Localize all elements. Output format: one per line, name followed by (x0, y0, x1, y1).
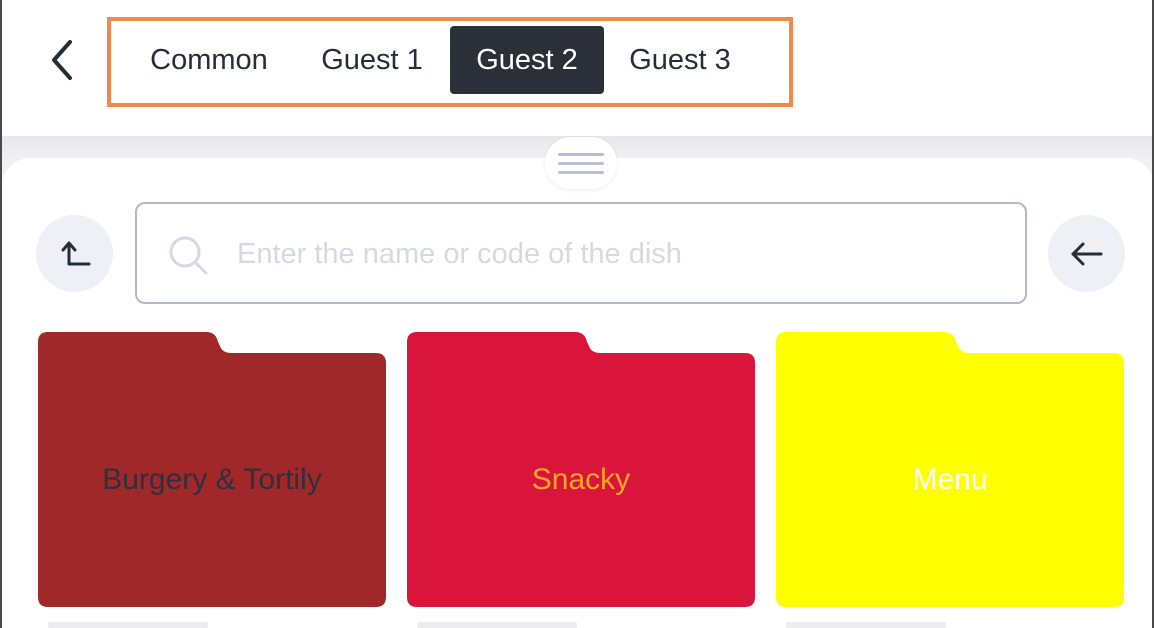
folder-menu[interactable]: Menu (776, 332, 1124, 607)
search-icon (169, 236, 208, 275)
folder-label: Menu (912, 462, 988, 496)
search-box[interactable] (135, 202, 1027, 304)
next-row-item-edge (417, 622, 577, 628)
tab-guest-2[interactable]: Guest 2 (450, 26, 604, 94)
drag-handle[interactable] (545, 137, 617, 189)
back-button[interactable] (38, 36, 84, 84)
tab-common[interactable]: Common (129, 26, 289, 94)
folder-burgery-tortily[interactable]: Burgery & Tortily (38, 332, 386, 607)
up-level-button[interactable] (36, 215, 113, 292)
next-row-item-edge (48, 622, 208, 628)
tab-guest-1[interactable]: Guest 1 (302, 26, 442, 94)
folder-label: Burgery & Tortily (102, 462, 322, 496)
next-row-item-edge (786, 622, 946, 628)
header: Common Guest 1 Guest 2 Guest 3 (0, 0, 1154, 136)
tab-guest-3[interactable]: Guest 3 (610, 26, 750, 94)
chevron-left-icon (52, 40, 72, 80)
search-input[interactable] (237, 224, 997, 284)
arrow-up-left-icon (61, 241, 90, 265)
arrow-left-icon (1071, 242, 1102, 265)
folder-label: Snacky (531, 462, 631, 496)
backspace-button[interactable] (1048, 215, 1125, 292)
folder-snacky[interactable]: Snacky (407, 332, 755, 607)
